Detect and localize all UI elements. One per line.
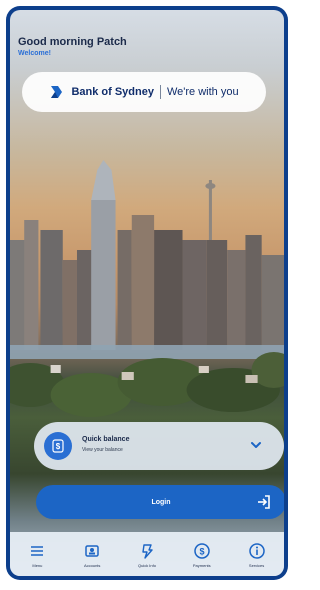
bottom-tab-bar: Menu Accounts Quick Info $ Payments Serv… <box>10 532 284 576</box>
tab-services[interactable]: Services <box>237 542 277 568</box>
menu-icon <box>31 546 44 556</box>
login-label: Login <box>151 498 171 506</box>
bank-logo-icon <box>51 86 63 98</box>
greeting-text: Good morning Patch <box>18 36 127 48</box>
brand-banner: Bank of Sydney We're with you <box>22 72 266 112</box>
quick-balance-title: Quick balance <box>82 436 130 443</box>
tab-accounts[interactable]: Accounts <box>72 542 112 568</box>
quick-balance-card[interactable]: $ Quick balance View your balance <box>34 422 284 470</box>
tab-label: Accounts <box>83 563 101 568</box>
brand-tagline: We're with you <box>166 86 239 98</box>
balance-dollar-icon: $ <box>44 432 72 460</box>
app-screen: Good morning Patch Welcome! Bank of Sydn… <box>10 10 284 576</box>
bank-name: Bank of Sydney <box>71 86 154 98</box>
svg-text:$: $ <box>199 547 204 557</box>
quick-info-icon <box>142 544 153 559</box>
greeting-header: Good morning Patch Welcome! <box>18 36 127 57</box>
tab-label: Services <box>248 563 265 568</box>
quick-balance-subtitle: View your balance <box>82 447 123 453</box>
tab-payments[interactable]: $ Payments <box>182 542 222 568</box>
payments-icon: $ <box>194 543 210 559</box>
city-skyline-image <box>10 160 284 417</box>
phone-frame: Good morning Patch Welcome! Bank of Sydn… <box>6 6 288 580</box>
svg-text:$: $ <box>56 442 61 451</box>
chevron-down-icon[interactable] <box>248 437 264 453</box>
login-arrow-icon <box>258 495 270 509</box>
welcome-text: Welcome! <box>18 50 51 57</box>
tab-label: Payments <box>192 563 211 568</box>
login-button[interactable]: Login <box>36 485 284 519</box>
tab-label: Menu <box>32 563 43 568</box>
services-icon <box>248 543 265 559</box>
accounts-icon <box>85 545 99 557</box>
brand-divider <box>159 85 161 99</box>
tab-quick-info[interactable]: Quick Info <box>127 542 167 568</box>
tab-label: Quick Info <box>137 563 156 568</box>
tab-menu[interactable]: Menu <box>17 542 57 568</box>
